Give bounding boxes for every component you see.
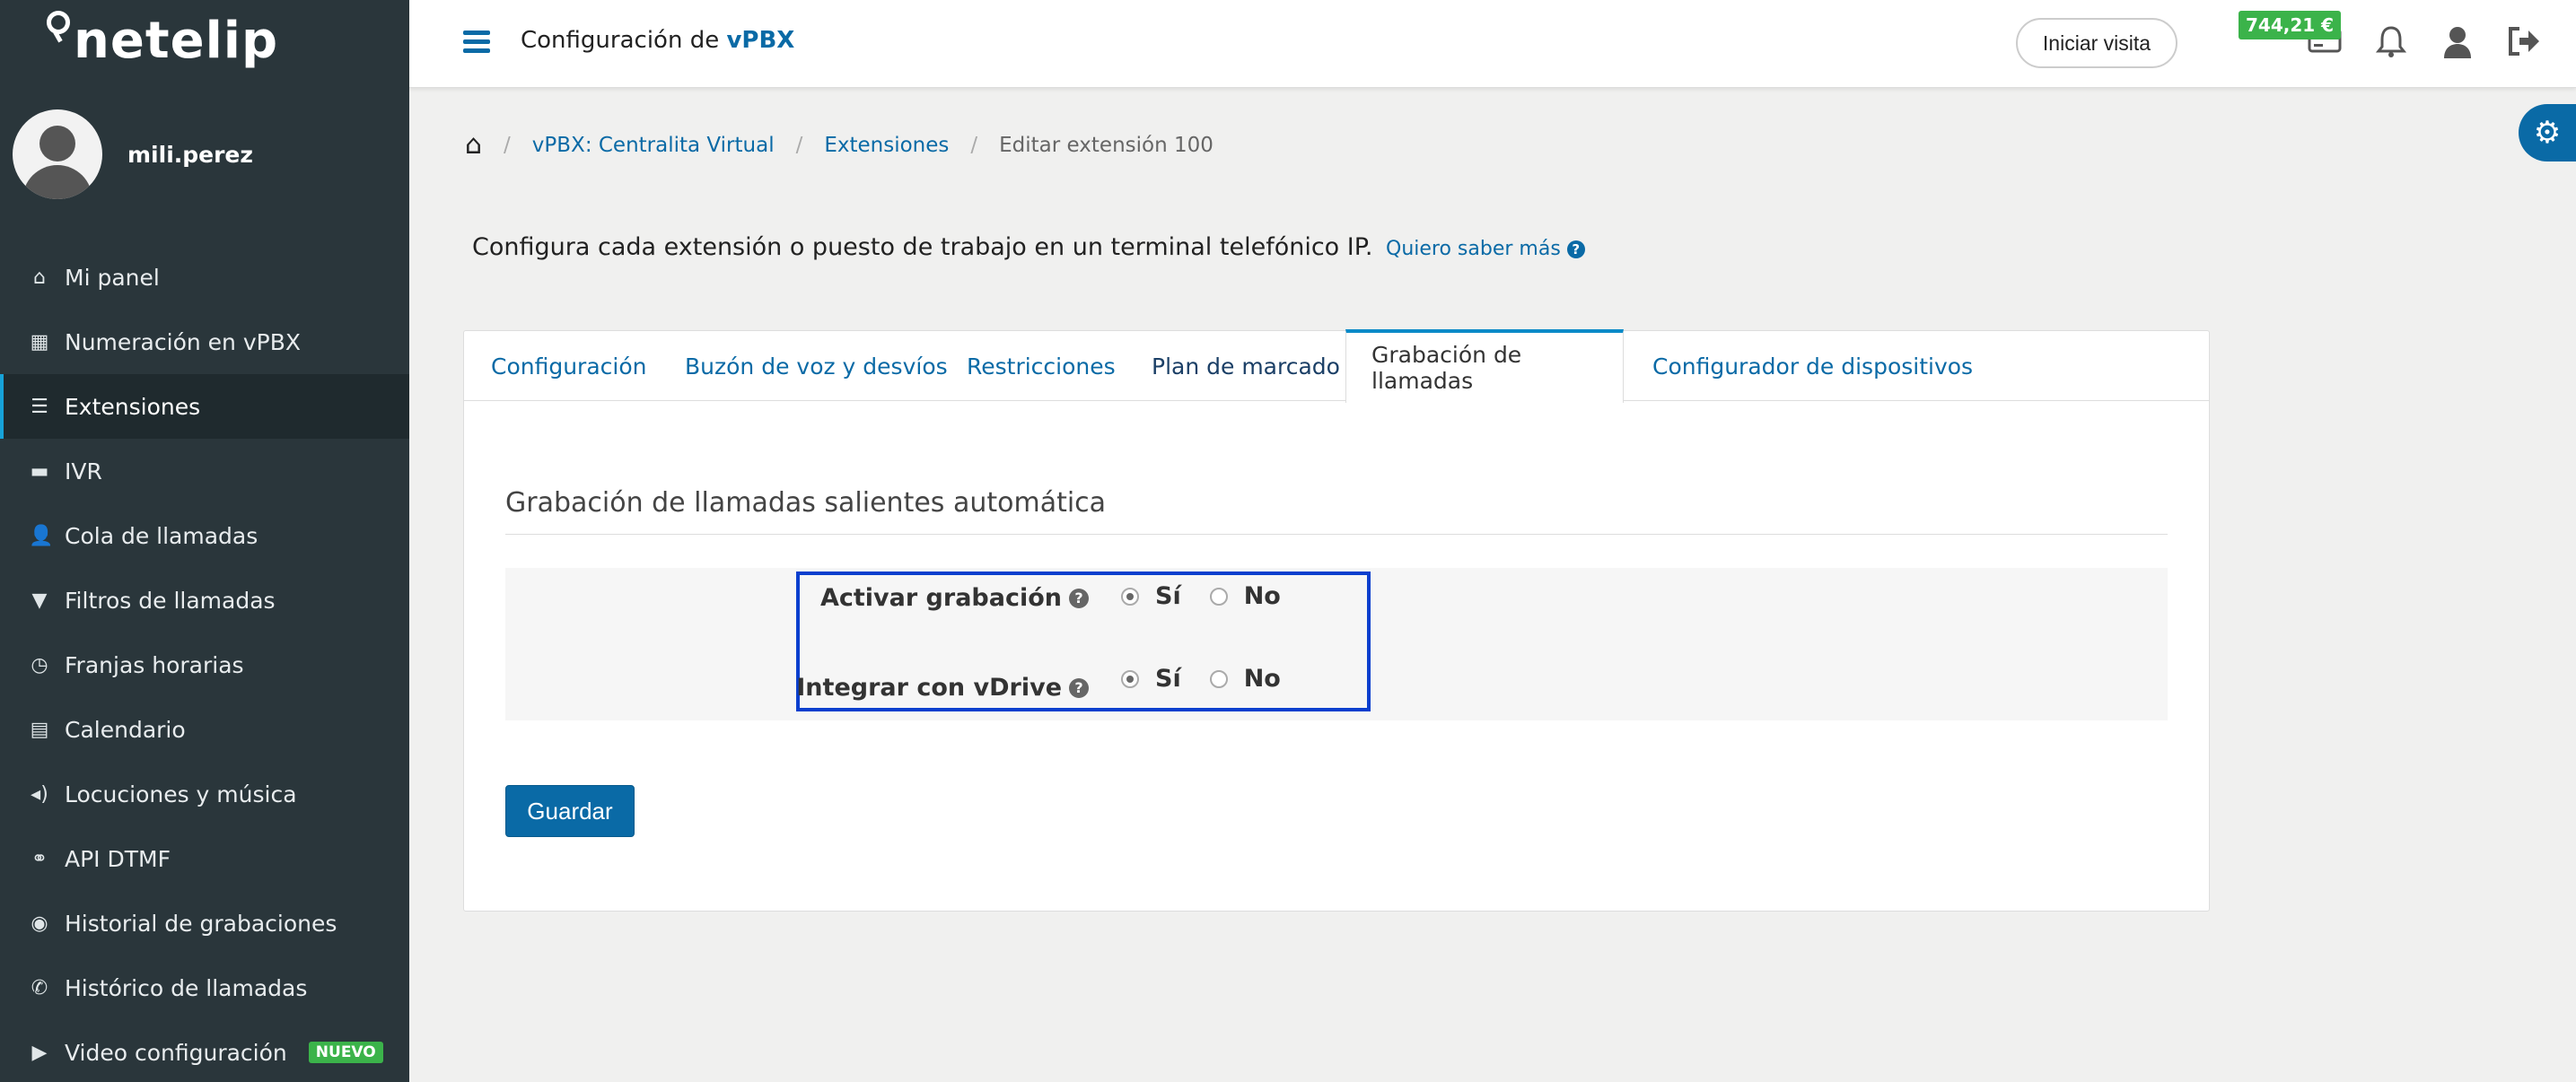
sidebar-item-numeración-en-vpbx[interactable]: ▦ Numeración en vPBX [0,310,409,374]
sidebar-item-label: Locuciones y música [65,781,297,807]
bell-icon[interactable] [2373,25,2409,61]
recording-radio-group: Sí No [1121,582,1281,610]
speaker-icon: ◂) [31,782,48,806]
section-title: Grabación de llamadas salientes automáti… [505,487,1107,519]
sidebar-item-extensiones[interactable]: ☰ Extensiones [0,374,409,439]
sidebar-nav: ⌂ Mi panel ▦ Numeración en vPBX ☰ Extensiones… [0,245,409,1082]
tab-restricciones[interactable]: Restricciones [967,331,1116,401]
vdrive-radio-group: Sí No [1121,665,1281,693]
balance-badge[interactable]: 744,21 € [2239,11,2342,39]
breadcrumb-current: Editar extensión 100 [999,133,1214,157]
sidebar-item-label: Mi panel [65,264,160,291]
link-icon: ⚭ [31,847,48,870]
top-header: Configuración de vPBX Iniciar visita 744… [409,0,2576,88]
settings-gear-icon[interactable]: ⚙ [2519,104,2576,161]
breadcrumb-vpbx[interactable]: vPBX: Centralita Virtual [532,134,775,157]
sidebar-item-label: API DTMF [65,845,171,872]
sidebar-item-video-configuración[interactable]: ▶ Video configuración NUEVO [0,1020,409,1082]
intro-text: Configura cada extensión o puesto de tra… [472,233,1585,261]
sidebar-item-label: IVR [65,458,102,484]
sidebar-item-cola-de-llamadas[interactable]: 👤 Cola de llamadas [0,503,409,568]
sidebar-item-filtros-de-llamadas[interactable]: ▼ Filtros de llamadas [0,568,409,633]
sidebar-item-histórico-de-llamadas[interactable]: ✆ Histórico de llamadas [0,955,409,1020]
radio-activar-si[interactable] [1121,587,1139,606]
video-icon: ▶ [31,1041,48,1064]
page-title: Configuración de vPBX [521,27,795,54]
sidebar-item-label: Historial de grabaciones [65,910,337,937]
logo-text: netelip [74,12,279,70]
sidebar-item-historial-de-grabaciones[interactable]: ◉ Historial de grabaciones [0,891,409,955]
tab-grabacion-de-llamadas[interactable]: Grabación de llamadas [1345,329,1624,403]
sidebar-item-api-dtmf[interactable]: ⚭ API DTMF [0,826,409,891]
netelip-logo[interactable]: netelip [47,5,278,77]
sidebar-item-label: Filtros de llamadas [65,587,276,614]
recording-form: Activar grabación? Sí No Integrar con vD… [505,568,2168,720]
learn-more-link[interactable]: Quiero saber más ? [1386,238,1585,260]
grid-icon: ▦ [30,330,49,353]
help-icon[interactable]: ? [1069,588,1089,608]
logo-pin-icon [47,11,70,34]
record-icon: ◉ [31,912,48,935]
comment-icon: ▬ [30,459,49,483]
sidebar-item-franjas-horarias[interactable]: ◷ Franjas horarias [0,633,409,697]
sidebar-item-locuciones-y-música[interactable]: ◂) Locuciones y música [0,762,409,826]
sidebar: netelip mili.perez ⌂ Mi panel ▦ Numeración … [0,0,409,1082]
tab-bar: Configuración Buzón de voz y desvíos Res… [464,329,2209,403]
clock-icon: ◷ [31,653,48,676]
sidebar-item-label: Franjas horarias [65,651,244,678]
avatar [13,109,102,199]
home-icon[interactable]: ⌂ [465,129,482,161]
sidebar-item-mi-panel[interactable]: ⌂ Mi panel [0,245,409,310]
save-button[interactable]: Guardar [505,785,635,837]
tab-buzon-de-voz[interactable]: Buzón de voz y desvíos [685,331,948,401]
tab-plan-de-marcado[interactable]: Plan de marcado [1152,331,1340,401]
sidebar-item-calendario[interactable]: ▤ Calendario [0,697,409,762]
user-account-icon[interactable] [2440,25,2475,61]
sidebar-item-ivr[interactable]: ▬ IVR [0,439,409,503]
list-icon: ☰ [31,395,48,418]
username: mili.perez [127,141,253,168]
help-icon[interactable]: ? [1069,677,1089,698]
field-activar-grabacion: Activar grabación? Sí No [819,582,1281,612]
start-visit-button[interactable]: Iniciar visita [2016,18,2177,68]
sidebar-item-label: Cola de llamadas [65,522,258,549]
home-icon: ⌂ [33,266,46,289]
extension-panel: Configuración Buzón de voz y desvíos Res… [463,329,2210,912]
breadcrumb: ⌂ / vPBX: Centralita Virtual / Extension… [465,129,1214,161]
logout-icon[interactable] [2506,25,2542,61]
sidebar-item-label: Video configuración [65,1039,287,1066]
user-profile[interactable]: mili.perez [13,109,253,199]
section-divider [505,534,2168,535]
help-icon: ? [1566,240,1585,258]
tab-configuracion[interactable]: Configuración [491,331,647,401]
tab-configurador-de-dispositivos[interactable]: Configurador de dispositivos [1652,331,1973,401]
breadcrumb-extensiones[interactable]: Extensiones [824,134,949,157]
phone-icon: ✆ [31,976,48,999]
sidebar-item-label: Numeración en vPBX [65,328,301,355]
filter-icon: ▼ [31,589,48,612]
radio-vdrive-si[interactable] [1121,669,1139,688]
field-integrar-vdrive: Integrar con vDrive? Sí No [796,665,1281,702]
new-badge: NUEVO [308,1042,383,1063]
radio-activar-no[interactable] [1209,587,1228,606]
sidebar-item-label: Calendario [65,716,186,743]
person-icon: 👤 [29,524,54,547]
calendar-icon: ▤ [30,718,49,741]
highlight-box: Activar grabación? Sí No Integrar con vD… [796,572,1371,711]
sidebar-item-label: Histórico de llamadas [65,974,308,1001]
radio-vdrive-no[interactable] [1209,669,1228,688]
sidebar-item-label: Extensiones [65,393,201,420]
menu-toggle-icon[interactable] [463,31,490,54]
